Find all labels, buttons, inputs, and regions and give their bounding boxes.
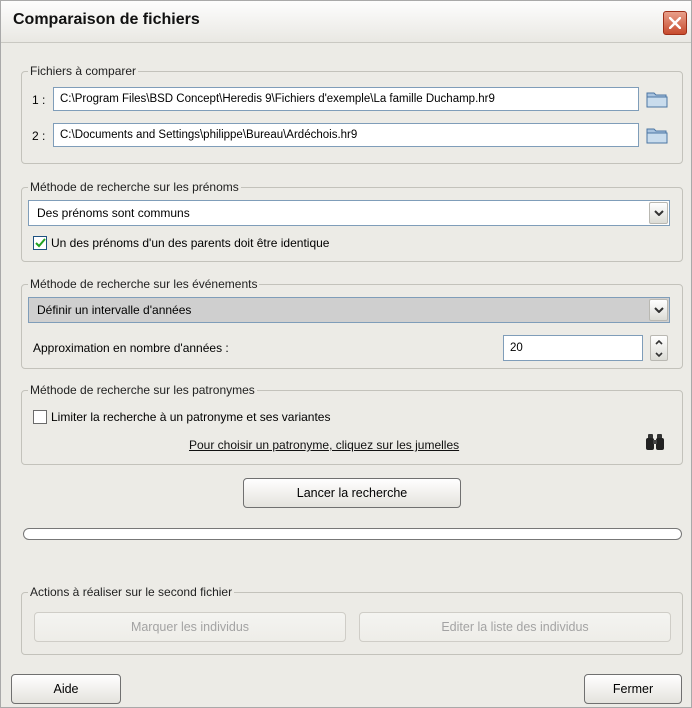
binoculars-icon[interactable] xyxy=(645,433,665,451)
edit-individuals-list-button[interactable]: Editer la liste des individus xyxy=(359,612,671,642)
files-group-legend: Fichiers à comparer xyxy=(30,64,137,78)
events-method-value: Définir un intervalle d'années xyxy=(37,303,192,317)
file2-path-input[interactable]: C:\Documents and Settings\philippe\Burea… xyxy=(53,123,639,147)
parent-firstname-checkbox[interactable] xyxy=(33,236,47,250)
approximation-label: Approximation en nombre d'années : xyxy=(33,341,229,355)
events-method-select[interactable]: Définir un intervalle d'années xyxy=(28,297,670,323)
search-progress-bar xyxy=(23,528,682,540)
close-button[interactable]: Fermer xyxy=(584,674,682,704)
mark-individuals-button[interactable]: Marquer les individus xyxy=(34,612,346,642)
limit-surname-checkbox[interactable] xyxy=(33,410,47,424)
firstname-method-select[interactable]: Des prénoms sont communs xyxy=(28,200,670,226)
files-group: Fichiers à comparer xyxy=(21,64,683,164)
file2-label: 2 : xyxy=(32,129,46,143)
actions-group-legend: Actions à réaliser sur le second fichier xyxy=(30,585,233,599)
firstname-method-value: Des prénoms sont communs xyxy=(37,206,190,220)
folder-icon[interactable] xyxy=(646,125,668,145)
folder-icon[interactable] xyxy=(646,89,668,109)
chevron-down-icon[interactable] xyxy=(649,202,668,224)
spin-down-icon[interactable] xyxy=(651,348,667,360)
approximation-years-input[interactable]: 20 xyxy=(503,335,643,361)
surname-method-group: Méthode de recherche sur les patronymes xyxy=(21,383,683,465)
firstname-group-legend: Méthode de recherche sur les prénoms xyxy=(30,180,239,194)
approximation-spinner[interactable] xyxy=(650,335,668,361)
chevron-down-icon[interactable] xyxy=(649,299,668,321)
spin-up-icon[interactable] xyxy=(651,336,667,348)
dialog-window: Comparaison de fichiers Fichiers à compa… xyxy=(0,0,692,708)
events-group-legend: Méthode de recherche sur les événements xyxy=(30,277,258,291)
window-title: Comparaison de fichiers xyxy=(13,11,200,28)
close-icon xyxy=(669,17,681,29)
checkmark-icon xyxy=(34,238,46,248)
start-search-button[interactable]: Lancer la recherche xyxy=(243,478,461,508)
surname-group-legend: Méthode de recherche sur les patronymes xyxy=(30,383,255,397)
file1-label: 1 : xyxy=(32,93,46,107)
help-button[interactable]: Aide xyxy=(11,674,121,704)
limit-surname-checkbox-label: Limiter la recherche à un patronyme et s… xyxy=(51,410,331,424)
title-bar: Comparaison de fichiers xyxy=(1,1,691,43)
choose-surname-link[interactable]: Pour choisir un patronyme, cliquez sur l… xyxy=(189,438,459,452)
file1-path-input[interactable]: C:\Program Files\BSD Concept\Heredis 9\F… xyxy=(53,87,639,111)
close-window-button[interactable] xyxy=(663,11,687,35)
parent-firstname-checkbox-label: Un des prénoms d'un des parents doit êtr… xyxy=(51,236,330,250)
